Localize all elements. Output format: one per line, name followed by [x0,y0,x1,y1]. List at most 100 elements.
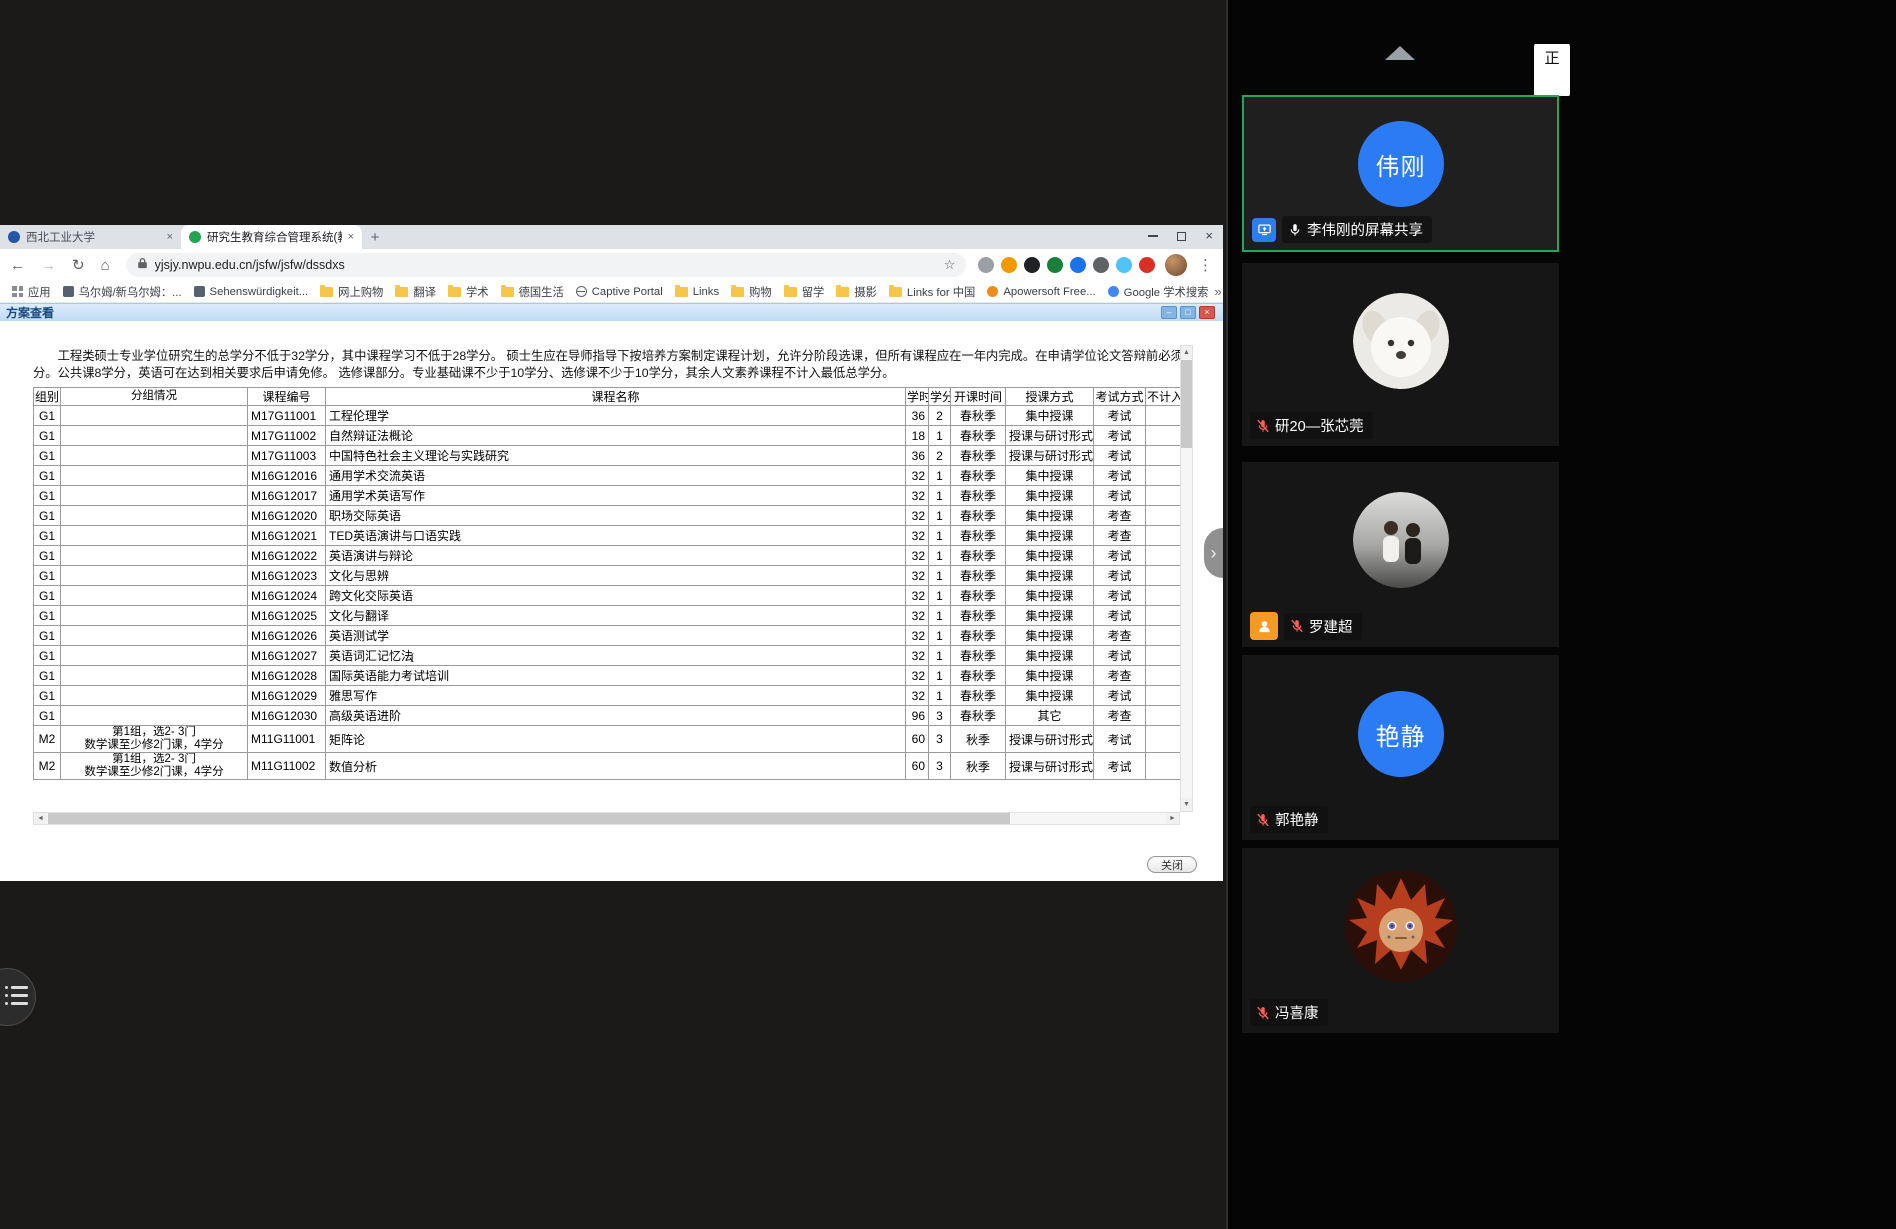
course-row[interactable]: G1M16G12022英语演讲与辩论321春秋季集中授课考试 [34,546,1181,566]
bookmark-item[interactable]: 留学 [778,282,831,302]
course-cell: 1 [929,586,951,606]
anime-photo [1345,870,1457,982]
vertical-scroll-thumb[interactable] [1181,360,1192,448]
tab-nwpu-home[interactable]: 西北工业大学 × [0,225,181,249]
browser-menu-icon[interactable]: ⋮ [1198,256,1213,274]
window-minimize-button[interactable] [1148,235,1158,237]
vertical-scrollbar[interactable]: ▲ ▼ [1180,345,1193,812]
course-cell: 考试 [1094,426,1146,446]
column-header: 分组情况 [61,388,248,406]
scroll-left-icon[interactable]: ◄ [34,813,47,824]
course-row[interactable]: G1M16G12026英语测试学321春秋季集中授课考查 [34,626,1181,646]
course-cell: M17G11002 [248,426,326,446]
extension-icon[interactable] [1139,257,1155,273]
course-row[interactable]: G1M16G12021TED英语演讲与口语实践321春秋季集中授课考查 [34,526,1181,546]
course-row[interactable]: G1M16G12025文化与翻译321春秋季集中授课考试 [34,606,1181,626]
horizontal-scroll-thumb[interactable] [48,813,1010,824]
course-row[interactable]: M2第1组，选2- 3门 数学课至少修2门课，4学分M11G11001矩阵论60… [34,726,1181,753]
url-omnibox[interactable]: yjsjy.nwpu.edu.cn/jsfw/jsfw/dssdxs ☆ [126,253,967,277]
participant-tile[interactable]: 研20—张芯莞 [1242,263,1559,446]
tab-close-icon[interactable]: × [167,231,173,243]
bookmark-item[interactable]: 德国生活 [495,282,570,302]
course-row[interactable]: G1M16G12030高级英语进阶963春秋季其它考查 [34,706,1181,726]
course-cell: M17G11001 [248,406,326,426]
bookmark-item[interactable]: Sehenswürdigkeit... [188,284,315,300]
course-row[interactable]: G1M16G12029雅思写作321春秋季集中授课考试 [34,686,1181,706]
forward-icon[interactable]: → [41,257,56,274]
course-row[interactable]: G1M16G12020职场交际英语321春秋季集中授课考查 [34,506,1181,526]
extension-icon[interactable] [1001,257,1017,273]
scroll-down-icon[interactable]: ▼ [1181,798,1192,811]
participant-name: 郭艳静 [1275,809,1319,830]
course-row[interactable]: G1M17G11002自然辩证法概论181春秋季授课与研讨形式考试 [34,426,1181,446]
course-cell: G1 [34,586,61,606]
course-row[interactable]: G1M17G11003中国特色社会主义理论与实践研究362春秋季授课与研讨形式考… [34,446,1181,466]
course-cell: 集中授课 [1006,626,1094,646]
close-dialog-button[interactable]: 关闭 [1147,856,1197,873]
window-close-button[interactable]: × [1205,231,1213,241]
course-cell: 集中授课 [1006,466,1094,486]
course-row[interactable]: M2第1组，选2- 3门 数学课至少修2门课，4学分M11G11002数值分析6… [34,753,1181,780]
bookmark-item[interactable]: Apowersoft Free... [981,284,1101,300]
bookmark-item[interactable]: Captive Portal [570,284,669,300]
profile-avatar[interactable] [1165,254,1187,276]
course-cell: M16G12021 [248,526,326,546]
avatar-initials: 伟刚 [1376,147,1426,182]
course-cell: 考试 [1094,726,1146,753]
bookmark-item[interactable]: 翻译 [389,282,442,302]
scroll-right-icon[interactable]: ► [1166,813,1179,824]
new-tab-button[interactable]: + [362,229,388,249]
course-row[interactable]: G1M16G12027英语词汇记忆法321春秋季集中授课考试 [34,646,1181,666]
dialog-close-button[interactable]: × [1199,306,1215,319]
participant-tile[interactable]: 罗建超 [1242,462,1559,647]
bookmark-star-icon[interactable]: ☆ [944,257,956,273]
bookmark-item[interactable]: 摄影 [830,282,883,302]
bookmark-item[interactable]: 乌尔姆/新乌尔姆：... [57,282,188,302]
course-row[interactable]: G1M16G12028国际英语能力考试培训321春秋季集中授课考查 [34,666,1181,686]
bookmark-item[interactable]: 网上购物 [314,282,389,302]
course-cell: 1 [929,466,951,486]
course-row[interactable]: G1M16G12024跨文化交际英语321春秋季集中授课考试 [34,586,1181,606]
bookmark-item[interactable]: Links for 中国 [883,282,981,302]
course-cell: 授课与研讨形式 [1006,446,1094,466]
collapse-panel-arrow[interactable] [1385,46,1415,60]
extension-icon[interactable] [1024,257,1040,273]
tab-graduate-system[interactable]: 研究生教育综合管理系统(教师版... × [181,225,362,249]
extension-icon[interactable] [1116,257,1132,273]
scroll-up-icon[interactable]: ▲ [1181,346,1192,359]
tab-close-icon[interactable]: × [348,231,354,243]
course-cell: 春秋季 [951,626,1006,646]
course-cell: G1 [34,426,61,446]
window-restore-button[interactable] [1177,232,1186,241]
course-cell: M11G11001 [248,726,326,753]
participant-tile[interactable]: 冯喜康 [1242,848,1559,1033]
course-row[interactable]: G1M16G12017通用学术英语写作321春秋季集中授课考试 [34,486,1181,506]
bookmark-item[interactable]: 购物 [725,282,778,302]
extension-icon[interactable] [978,257,994,273]
home-icon[interactable]: ⌂ [101,257,110,274]
horizontal-scrollbar[interactable]: ◄ ► [33,812,1180,825]
bookmark-label: Captive Portal [592,286,663,298]
bookmark-item[interactable]: Links [669,284,725,300]
extension-icon[interactable] [1047,257,1063,273]
reload-icon[interactable]: ↻ [72,256,85,274]
muted-microphone-icon [1290,619,1304,633]
participant-tile[interactable]: 艳静 郭艳静 [1242,655,1559,840]
course-row[interactable]: G1M16G12023文化与思辨321春秋季集中授课考试 [34,566,1181,586]
column-header: 学时 [906,388,929,406]
bookmark-item[interactable]: 应用 [6,282,57,302]
dialog-maximize-button[interactable]: □ [1180,306,1196,319]
course-cell: 工程伦理学 [326,406,906,426]
meeting-menu-button[interactable] [0,968,36,1026]
extension-icon[interactable] [1070,257,1086,273]
dialog-minimize-button[interactable]: – [1161,306,1177,319]
bookmark-item[interactable]: Google 学术搜索 [1102,282,1215,302]
course-cell: G1 [34,666,61,686]
course-row[interactable]: G1M16G12016通用学术交流英语321春秋季集中授课考试 [34,466,1181,486]
bookmark-item[interactable]: 学术 [442,282,495,302]
course-cell [1146,486,1181,506]
participant-tile-screen-sharer[interactable]: 伟刚 李伟刚的屏幕共享 [1242,95,1559,252]
course-row[interactable]: G1M17G11001工程伦理学362春秋季集中授课考试 [34,406,1181,426]
extension-icon[interactable] [1093,257,1109,273]
back-icon[interactable]: ← [10,257,25,274]
